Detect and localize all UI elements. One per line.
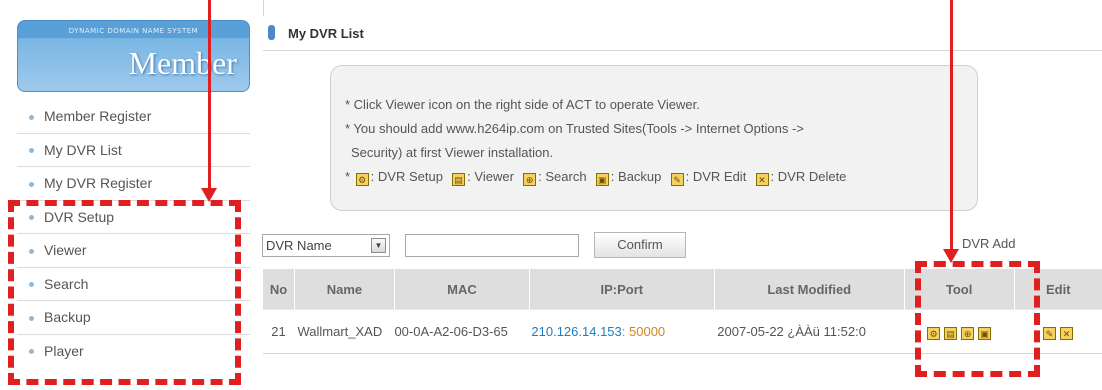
sidebar-item-label: My DVR Register bbox=[44, 175, 153, 191]
annotation-box-sidebar bbox=[8, 200, 241, 385]
header-divider bbox=[263, 0, 264, 16]
port-number: 50000 bbox=[629, 324, 666, 339]
dvr-delete-icon[interactable]: ✕ bbox=[1060, 327, 1074, 340]
cell-name: Wallmart_XAD bbox=[294, 309, 395, 354]
select-value: DVR Name bbox=[266, 238, 332, 253]
annotation-arrow-tool bbox=[950, 0, 953, 251]
ip-port-separator: : bbox=[621, 324, 626, 339]
search-input[interactable] bbox=[405, 234, 579, 257]
sidebar-item-member-register[interactable]: Member Register bbox=[17, 100, 250, 134]
annotation-arrow-sidebar bbox=[208, 0, 211, 190]
legend-setup: : DVR Setup bbox=[370, 169, 443, 184]
info-line: Security) at first Viewer installation. bbox=[351, 145, 554, 160]
cell-last-modified: 2007-05-22 ¿ÀÀü 11:52:0 bbox=[714, 309, 905, 354]
dvr-delete-icon: ✕ bbox=[755, 173, 769, 186]
dvr-edit-icon[interactable]: ✎ bbox=[1043, 327, 1057, 340]
title-marker-icon bbox=[268, 25, 275, 40]
confirm-button[interactable]: Confirm bbox=[594, 232, 686, 258]
icon-legend: * ⚙: DVR Setup ▤: Viewer ⊕: Search ▣: Ba… bbox=[345, 165, 977, 189]
bullet-icon bbox=[29, 114, 34, 120]
backup-icon: ▣ bbox=[595, 173, 609, 186]
legend-backup: : Backup bbox=[610, 169, 662, 184]
dvr-setup-icon: ⚙ bbox=[355, 173, 369, 186]
banner-subtitle: DYNAMIC DOMAIN NAME SYSTEM bbox=[68, 27, 199, 35]
column-header-name: Name bbox=[293, 269, 395, 310]
cell-ip-port: 210.126.14.153: 50000 bbox=[529, 309, 715, 354]
banner-title: Member bbox=[128, 45, 237, 81]
page-title: My DVR List bbox=[288, 26, 364, 41]
sidebar-item-my-dvr-list[interactable]: My DVR List bbox=[17, 134, 250, 167]
sidebar-item-label: My DVR List bbox=[44, 141, 122, 158]
dvr-add-link[interactable]: DVR Add bbox=[962, 236, 1015, 251]
legend-viewer: : Viewer bbox=[467, 169, 514, 184]
legend-prefix: * bbox=[345, 169, 354, 184]
column-header-last-modified: Last Modified bbox=[713, 269, 905, 310]
annotation-box-tool bbox=[915, 261, 1040, 377]
column-header-mac: MAC bbox=[393, 269, 530, 310]
column-header-ip-port: IP:Port bbox=[528, 269, 715, 310]
bullet-icon bbox=[29, 148, 34, 154]
ip-address: 210.126.14.153 bbox=[531, 324, 622, 339]
arrow-down-icon bbox=[943, 249, 959, 263]
chevron-down-icon[interactable]: ▼ bbox=[371, 238, 386, 253]
legend-delete: : DVR Delete bbox=[770, 169, 847, 184]
legend-edit: : DVR Edit bbox=[685, 169, 747, 184]
arrow-down-icon bbox=[201, 188, 217, 202]
sidebar-item-label: Member Register bbox=[44, 108, 152, 124]
cell-no: 21 bbox=[262, 309, 295, 354]
member-banner: DYNAMIC DOMAIN NAME SYSTEM Member bbox=[17, 20, 250, 92]
cell-mac: 00-0A-A2-06-D3-65 bbox=[394, 309, 530, 354]
info-line: * Click Viewer icon on the right side of… bbox=[345, 97, 700, 112]
search-icon: ⊕ bbox=[523, 173, 537, 186]
viewer-icon: ▤ bbox=[452, 173, 466, 186]
bullet-icon bbox=[29, 181, 34, 187]
page-header: My DVR List bbox=[263, 16, 1102, 51]
legend-search: : Search bbox=[538, 169, 587, 184]
info-line: * You should add www.h264ip.com on Trust… bbox=[345, 121, 804, 136]
column-header-no: No bbox=[262, 269, 295, 310]
search-field-select[interactable]: DVR Name ▼ bbox=[262, 234, 390, 257]
dvr-edit-icon: ✎ bbox=[670, 173, 684, 186]
info-notice: * Click Viewer icon on the right side of… bbox=[330, 65, 978, 211]
